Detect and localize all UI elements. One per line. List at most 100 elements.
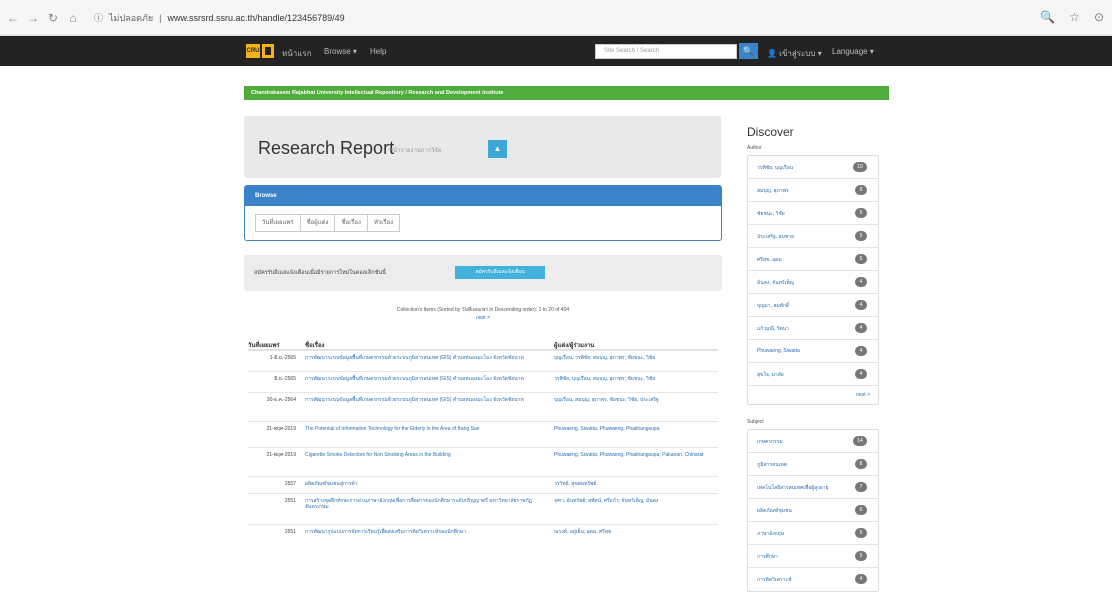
- facet-item[interactable]: ภูมิสารสนเทศ 8: [748, 453, 878, 476]
- nav-help[interactable]: Help: [370, 47, 386, 56]
- browse-by-author-button[interactable]: ชื่อผู้แต่ง: [299, 214, 336, 232]
- row-title-link[interactable]: Cigarette Smoke Detectors for Non Smokin…: [305, 452, 542, 458]
- facet-item[interactable]: การศึกษา 5: [748, 545, 878, 568]
- star-icon[interactable]: ☆: [1069, 10, 1080, 24]
- count-badge: 4: [855, 323, 867, 333]
- facet-item[interactable]: ผลิตภัณฑ์ชุมชน 6: [748, 499, 878, 522]
- facet-item[interactable]: มั่นคง, จันทร์เพ็ญ 4: [748, 271, 878, 294]
- table-row: 2551 การสร้างชุดฝึกทักษะการอ่านภาษาอังกฤ…: [248, 493, 718, 524]
- facet-item[interactable]: วรพิชัย, บุญเรือน 10: [748, 156, 878, 179]
- row-authors[interactable]: Phuwaeng, Siwatta; Phuwaeng, Phakhangsup…: [554, 452, 719, 458]
- count-badge: 4: [855, 346, 867, 356]
- facet-item[interactable]: เกษตรกรรม 14: [748, 430, 878, 453]
- count-badge: 4: [855, 277, 867, 287]
- collection-header: Research Report หน้ารายงานการวิจัย ▲: [244, 116, 721, 178]
- browse-by-date-button[interactable]: วันที่เผยแพร่: [255, 214, 301, 232]
- page-subtitle: หน้ารายงานการวิจัย: [389, 148, 442, 154]
- row-title-link[interactable]: การพัฒนาระบบข้อมูลพื้นที่เกษตรกรรมด้วยระ…: [305, 355, 542, 361]
- breadcrumb[interactable]: Chandrakasem Rajabhat University Intelle…: [244, 86, 889, 100]
- site-logo[interactable]: CRU: [246, 44, 274, 58]
- collection-info: Collection's Items (Sorted by วันที่เผยแ…: [244, 306, 722, 322]
- row-authors[interactable]: Phuwaeng, Siwatta; Phuwaeng, Phakhangsup…: [554, 426, 719, 432]
- zoom-icon[interactable]: 🔍: [1040, 10, 1055, 24]
- count-badge: 7: [855, 482, 867, 492]
- facet-item[interactable]: บุญมา, สมศักดิ์ 4: [748, 294, 878, 317]
- col-title-header[interactable]: ชื่อเรื่อง: [305, 340, 324, 350]
- search-button[interactable]: 🔍: [739, 43, 758, 59]
- count-badge: 5: [855, 551, 867, 561]
- discover-heading: Discover: [747, 125, 794, 139]
- items-count-text: Collection's Items (Sorted by วันที่เผยแ…: [396, 307, 570, 313]
- facet-item[interactable]: ศรีสุข, อุดม 5: [748, 248, 878, 271]
- nav-home[interactable]: หน้าแรก: [282, 47, 312, 60]
- facet-item[interactable]: ประเสริฐ, สมชาย 5: [748, 225, 878, 248]
- table-header: วันที่เผยแพร่ ชื่อเรื่อง ผู้แต่ง/ผู้ร่วม…: [248, 336, 718, 350]
- col-date-header[interactable]: วันที่เผยแพร่: [248, 340, 280, 350]
- table-row: 30-ธ.ค.-2564 การพัฒนาระบบข้อมูลพื้นที่เก…: [248, 392, 718, 421]
- count-badge: 14: [853, 436, 867, 446]
- subscribe-button[interactable]: สมัครรับอีเมลแจ้งเตือน: [455, 266, 545, 279]
- table-row: มิ.ย.-2565 การพัฒนาระบบข้อมูลพื้นที่เกษต…: [248, 371, 718, 392]
- row-authors[interactable]: วรพิชัย, บุญเรือน; สมบุญ, สุภาพร; ชัยชนะ…: [554, 376, 719, 382]
- facet-item[interactable]: แก้วมณี, รัตนา 4: [748, 317, 878, 340]
- author-facet: วรพิชัย, บุญเรือน 10 สมบุญ, สุภาพร 9 ชัยชน…: [747, 155, 879, 405]
- table-row: 2551 การพัฒนารูปแบบการจัดการเรียนรู้เพื่…: [248, 524, 718, 544]
- home-icon[interactable]: ⌂: [66, 11, 80, 25]
- account-icon[interactable]: ⊙: [1094, 10, 1104, 24]
- language-menu[interactable]: Language ▾: [832, 47, 874, 56]
- row-title-link[interactable]: การสร้างชุดฝึกทักษะการอ่านภาษาอังกฤษเพื่…: [305, 498, 542, 510]
- row-title-link[interactable]: การพัฒนาระบบข้อมูลพื้นที่เกษตรกรรมด้วยระ…: [305, 397, 542, 403]
- row-title-link[interactable]: ผลิตภัณฑ์ชุมชนสู่การค้า: [305, 481, 542, 487]
- author-more-link[interactable]: next >: [748, 386, 878, 404]
- subject-facet-label: Subject: [747, 419, 764, 425]
- row-title-link[interactable]: The Potential of Information Technology …: [305, 426, 542, 432]
- facet-item[interactable]: เทคโนโลยีสารสนเทศเพื่อผู้สูงอายุ 7: [748, 476, 878, 499]
- browser-toolbar: ← → ↻ ⌂ ⓘ ไม่ปลอดภัย | www.ssrsrd.ssru.a…: [0, 0, 1112, 36]
- row-title-link[interactable]: การพัฒนาระบบข้อมูลพื้นที่เกษตรกรรมด้วยระ…: [305, 376, 542, 382]
- count-badge: 4: [855, 574, 867, 584]
- table-row: 21-พฤศ-2019 The Potential of Information…: [248, 421, 718, 447]
- row-authors[interactable]: วรวิทย์, สุขสมทรัพย์: [554, 481, 719, 487]
- back-icon[interactable]: ←: [6, 11, 20, 25]
- search-input[interactable]: Site Search / Search: [595, 44, 737, 59]
- browse-panel: Browse วันที่เผยแพร่ ชื่อผู้แต่ง ชื่อเรื…: [244, 185, 722, 241]
- address-bar[interactable]: ⓘ ไม่ปลอดภัย | www.ssrsrd.ssru.ac.th/han…: [94, 11, 345, 25]
- facet-item[interactable]: Phuwaeng, Siwatta 4: [748, 340, 878, 363]
- url-text[interactable]: www.ssrsrd.ssru.ac.th/handle/123456789/4…: [168, 13, 345, 23]
- subject-facet: เกษตรกรรม 14 ภูมิสารสนเทศ 8 เทคโนโลยีสารสน…: [747, 429, 879, 592]
- user-menu[interactable]: 👤 เข้าสู่ระบบ ▾: [767, 47, 822, 60]
- info-icon: ⓘ: [94, 13, 104, 23]
- reload-icon[interactable]: ↻: [46, 11, 60, 25]
- count-badge: 6: [855, 505, 867, 515]
- page-title: Research Report: [258, 138, 395, 158]
- row-title-link[interactable]: การพัฒนารูปแบบการจัดการเรียนรู้เพื่อส่งเ…: [305, 529, 542, 535]
- items-table: วันที่เผยแพร่ ชื่อเรื่อง ผู้แต่ง/ผู้ร่วม…: [248, 336, 718, 544]
- row-authors[interactable]: จุฑา, อ้นทรัพย์; สุทัศน์, ศรีแก้ว; จันทร…: [554, 498, 719, 504]
- col-authors-header[interactable]: ผู้แต่ง/ผู้ร่วมงาน: [554, 340, 594, 350]
- table-row: 2557 ผลิตภัณฑ์ชุมชนสู่การค้า วรวิทย์, สุ…: [248, 476, 718, 493]
- row-authors[interactable]: บุญเรือน, สมบุญ; สุภาพร, ชัยชนะ; วิชัย, …: [554, 397, 719, 403]
- count-badge: 8: [855, 459, 867, 469]
- row-date: 1-มิ.ย.-2565: [269, 355, 296, 361]
- facet-item[interactable]: สุขใจ, มาลัย 4: [748, 363, 878, 386]
- forward-icon[interactable]: →: [26, 11, 40, 25]
- site-security-label: ไม่ปลอดภัย: [109, 12, 154, 23]
- author-facet-label: Author: [747, 145, 762, 151]
- row-date: 30-ธ.ค.-2564: [266, 397, 296, 403]
- table-row: 1-มิ.ย.-2565 การพัฒนาระบบข้อมูลพื้นที่เก…: [248, 350, 718, 371]
- row-authors[interactable]: บุญเรือน, วรพิชัย; สมบุญ, สุภาพร; ชัยชนะ…: [554, 355, 719, 361]
- row-date: 21-พฤศ-2019: [266, 452, 296, 458]
- count-badge: 9: [855, 185, 867, 195]
- row-authors[interactable]: ณรงค์, อยู่เย็น; อุดม, ศรีสุข: [554, 529, 719, 535]
- browse-by-title-button[interactable]: ชื่อเรื่อง: [334, 214, 368, 232]
- next-page-link[interactable]: next >: [244, 314, 722, 322]
- facet-item[interactable]: สมบุญ, สุภาพร 9: [748, 179, 878, 202]
- browse-by-subject-button[interactable]: หัวเรื่อง: [366, 214, 401, 232]
- facet-item[interactable]: ภาษาอังกฤษ 5: [748, 522, 878, 545]
- facet-item[interactable]: ชัยชนะ, วิชัย 6: [748, 202, 878, 225]
- subscribe-text: สมัครรับอีเมลแจ้งเตือนเมื่อมีรายการใหม่ใ…: [254, 270, 386, 276]
- row-date: 2551: [284, 529, 296, 535]
- count-badge: 4: [855, 300, 867, 310]
- rss-icon[interactable]: ▲: [488, 140, 507, 158]
- nav-browse[interactable]: Browse ▾: [324, 47, 357, 56]
